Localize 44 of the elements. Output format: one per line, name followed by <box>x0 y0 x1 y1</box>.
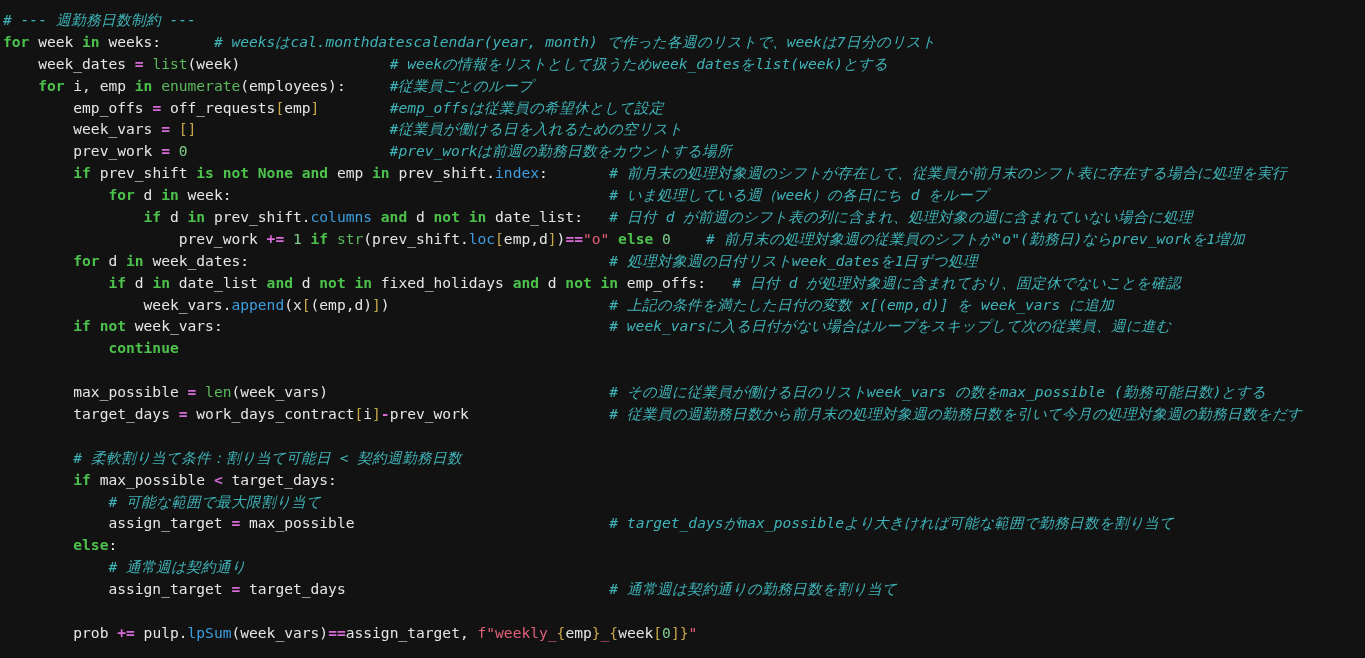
code-comment: # weeksはcal.monthdatescalendar(year, month) で作った各週のリストで、weekは7日分のリスト <box>213 32 936 50</box>
code-comment: # 通常週は契約通り <box>107 558 246 576</box>
code-comment: # weekの情報をリストとして扱うためweek_datesをlist(week)とする <box>389 54 889 72</box>
code-comment: #従業員ごとのループ <box>389 76 534 94</box>
code-line: for d in week: <box>107 186 233 204</box>
code-comment: # 柔軟割り当て条件：割り当て可能日 < 契約週勤務日数 <box>72 448 463 466</box>
code-comment: # 処理対象週の日付リストweek_datesを1日ずつ処理 <box>609 251 979 269</box>
code-line: week_vars = [] <box>72 120 198 138</box>
code-comment: # いま処理している週（week）の各日にち d をループ <box>609 186 989 204</box>
code-line: emp_offs = off_requests[emp] <box>72 98 321 116</box>
code-comment: # その週に従業員が働ける日のリストweek_vars の数をmax_possible (勤務可能日数)とする <box>609 383 1267 401</box>
code-comment: #emp_offsは従業員の希望休として設定 <box>389 98 664 116</box>
code-line: if prev_shift is not None and emp in prev_shift.index: <box>72 164 549 182</box>
code-line: target_days = work_days_contract[i]-prev_work <box>72 405 470 423</box>
code-line: week_dates = list(week) <box>37 54 242 72</box>
code-comment: # 従業員の週勤務日数から前月末の処理対象週の勤務日数を引いて今月の処理対象週の勤務日数をだす <box>609 405 1302 423</box>
code-line: prev_work = 0 <box>72 142 189 160</box>
code-line: if not week_vars: <box>72 317 224 335</box>
code-comment: # --- 週勤務日数制約 --- <box>3 11 196 28</box>
code-line: else: <box>72 536 118 554</box>
code-comment: #従業員が働ける日を入れるための空リスト <box>389 120 684 138</box>
code-line: max_possible = len(week_vars) <box>72 383 330 401</box>
code-comment: # 日付 d が前週のシフト表の列に含まれ、処理対象の週に含まれていない場合に処理 <box>609 208 1194 225</box>
code-comment: # 上記の条件を満たした日付の変数 x[(emp,d)] を week_vars に追加 <box>609 295 1114 313</box>
code-line: continue <box>107 339 179 357</box>
code-comment: # target_daysがmax_possibleより大きければ可能な範囲で勤務日数を割り当て <box>609 514 1174 532</box>
code-line: week_vars.append(x[(emp,d)]) <box>142 295 391 313</box>
code-comment: # 前月末の処理対象週の従業員のシフトが"o"(勤務日)ならprev_workを1増加 <box>706 229 1246 247</box>
code-line: for i, emp in enumerate(employees): <box>37 76 347 94</box>
code-comment: # 通常週は契約通りの勤務日数を割り当て <box>609 580 897 598</box>
code-line: for d in week_dates: <box>72 251 251 269</box>
code-line: if max_possible < target_days: <box>72 470 337 488</box>
code-line: prob += pulp.lpSum(week_vars)==assign_target, f"weekly_{emp}_{week[0]}" <box>72 623 698 641</box>
code-comment: # 日付 d が処理対象週に含まれており、固定休でないことを確認 <box>732 273 1182 291</box>
code-comment: # 可能な範囲で最大限割り当て <box>107 492 321 510</box>
code-line: if d in prev_shift.columns and d not in date_list: <box>142 208 584 225</box>
code-comment: # week_varsに入る日付がない場合はループをスキップして次の従業員、週に進む <box>609 317 1171 335</box>
code-line: prev_work += 1 if str(prev_shift.loc[emp,d])=="o" else 0 <box>177 229 672 247</box>
code-comment: # 前月末の処理対象週のシフトが存在して、従業員が前月末のシフト表に存在する場合に処理を実行 <box>609 164 1287 182</box>
code-line: for week in weeks: <box>3 32 163 50</box>
code-line: assign_target = max_possible <box>107 514 356 532</box>
code-line: if d in date_list and d not in fixed_holidays and d not in emp_offs: <box>107 273 707 291</box>
code-line: assign_target = target_days <box>107 580 347 598</box>
code-comment: #prev_workは前週の勤務日数をカウントする場所 <box>389 142 733 160</box>
